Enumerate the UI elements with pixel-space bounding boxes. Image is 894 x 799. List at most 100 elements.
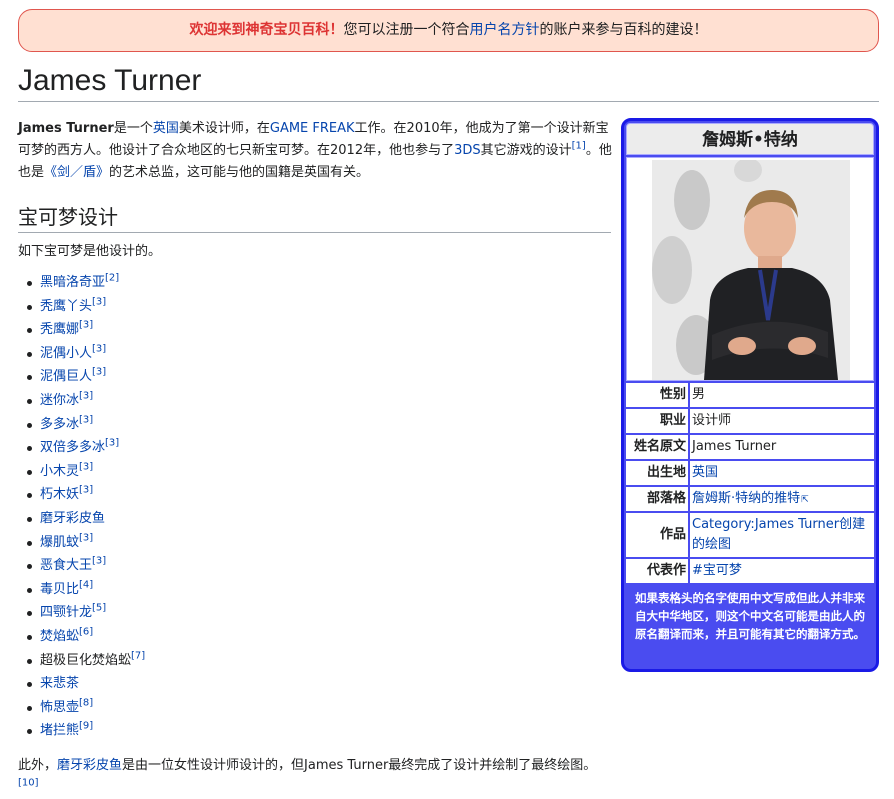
list-item: 磨牙彩皮鱼 bbox=[18, 507, 612, 531]
reference-link[interactable]: [5] bbox=[92, 603, 106, 614]
reference-link[interactable]: [3] bbox=[92, 556, 106, 567]
notice-welcome: 欢迎来到神奇宝贝百科！ bbox=[189, 22, 344, 38]
reference-link[interactable]: [3] bbox=[92, 296, 106, 307]
infobox-row-representative: 代表作 #宝可梦 bbox=[626, 559, 874, 583]
birthplace-link[interactable]: 英国 bbox=[692, 465, 718, 480]
reference-link[interactable]: [3] bbox=[79, 414, 93, 425]
username-policy-link[interactable]: 用户名方针 bbox=[470, 22, 540, 38]
reference-link[interactable]: [3] bbox=[79, 485, 93, 496]
list-item: 爆肌蚊[3] bbox=[18, 531, 612, 555]
pokemon-link[interactable]: 来悲茶 bbox=[40, 676, 79, 691]
uk-link[interactable]: 英国 bbox=[153, 121, 179, 136]
list-item: 恶食大王[3] bbox=[18, 554, 612, 578]
infobox-value: 设计师 bbox=[690, 409, 874, 433]
list-item: 黑暗洛奇亚[2] bbox=[18, 271, 612, 295]
reference-link[interactable]: [3] bbox=[79, 461, 93, 472]
pokemon-link[interactable]: 爆肌蚊 bbox=[40, 535, 79, 550]
infobox-photo-frame bbox=[626, 157, 874, 381]
infobox-table: 性别 男 职业 设计师 姓名原文 James Turner 出生地 英国 部落格… bbox=[626, 381, 874, 585]
list-item: 来悲茶 bbox=[18, 672, 612, 696]
pokemon-link[interactable]: 怖思壶 bbox=[40, 700, 79, 715]
pokemon-link[interactable]: 朽木妖 bbox=[40, 487, 79, 502]
intro-text: 的艺术总监，这可能与他的国籍是英国有关。 bbox=[109, 165, 370, 180]
list-item: 朽木妖[3] bbox=[18, 483, 612, 507]
reference-link[interactable]: [3] bbox=[105, 438, 119, 449]
pokemon-link[interactable]: 双倍多多冰 bbox=[40, 440, 105, 455]
reference-link[interactable]: [9] bbox=[79, 721, 93, 732]
pokemon-link[interactable]: 毒贝比 bbox=[40, 582, 79, 597]
reference-link[interactable]: [3] bbox=[79, 391, 93, 402]
infobox-key: 性别 bbox=[626, 383, 690, 407]
section-lead: 如下宝可梦是他设计的。 bbox=[18, 244, 162, 259]
reference-link[interactable]: [3] bbox=[79, 532, 93, 543]
3ds-link[interactable]: 3DS bbox=[454, 143, 481, 158]
reference-link[interactable]: [7] bbox=[131, 650, 145, 661]
pokemon-link[interactable]: 迷你冰 bbox=[40, 393, 79, 408]
pokemon-link[interactable]: 多多冰 bbox=[40, 417, 79, 432]
pokemon-link[interactable]: 小木灵 bbox=[40, 464, 79, 479]
pokemon-link[interactable]: 恶食大王 bbox=[40, 558, 92, 573]
intro-text: 是一个 bbox=[113, 121, 153, 136]
reference-link[interactable]: [4] bbox=[79, 579, 93, 590]
reference-link[interactable]: [3] bbox=[79, 320, 93, 331]
infobox-value: 男 bbox=[690, 383, 874, 407]
twitter-external-link[interactable]: 詹姆斯·特纳的推特 bbox=[692, 491, 809, 506]
pokemon-link[interactable]: 秃鹰娜 bbox=[40, 322, 79, 337]
list-item: 四颚针龙[5] bbox=[18, 601, 612, 625]
reference-link[interactable]: [3] bbox=[92, 343, 106, 354]
section-heading: 宝可梦设计 bbox=[18, 204, 611, 233]
pokemon-link[interactable]: 堵拦熊 bbox=[40, 723, 79, 738]
reference-link[interactable]: [3] bbox=[92, 367, 106, 378]
infobox-value-cell: Category:James Turner创建的绘图 bbox=[690, 513, 874, 557]
article-content: James Turner是一个英国美术设计师，在GAME FREAK工作。在20… bbox=[18, 118, 612, 799]
intro-text: 美术设计师，在 bbox=[178, 121, 270, 136]
list-item: 怖思壶[8] bbox=[18, 696, 612, 720]
intro-paragraph: James Turner是一个英国美术设计师，在GAME FREAK工作。在20… bbox=[18, 118, 612, 186]
footnote-text: 此外， bbox=[18, 757, 58, 773]
sword-shield-link[interactable]: 《剑／盾》 bbox=[44, 165, 109, 180]
reference-link[interactable]: [8] bbox=[79, 697, 93, 708]
intro-text: 其它游戏的设计 bbox=[480, 143, 572, 158]
portrait-illustration bbox=[652, 160, 850, 380]
representative-work-link[interactable]: #宝可梦 bbox=[692, 563, 742, 578]
infobox-key: 职业 bbox=[626, 409, 690, 433]
infobox-key: 部落格 bbox=[626, 487, 690, 511]
list-item: 迷你冰[3] bbox=[18, 389, 612, 413]
infobox-row-original-name: 姓名原文 James Turner bbox=[626, 435, 874, 459]
footnote-text: 是由一位女性设计师设计的，但James Turner最终完成了设计并绘制了最终绘… bbox=[122, 757, 597, 773]
infobox-value-cell: 詹姆斯·特纳的推特 bbox=[690, 487, 874, 511]
pokemon-link[interactable]: 秃鹰丫头 bbox=[40, 299, 92, 314]
pokemon-link[interactable]: 四颚针龙 bbox=[40, 605, 92, 620]
notice-text-before: 您可以注册一个符合 bbox=[343, 22, 470, 38]
pokemon-link[interactable]: 泥偶小人 bbox=[40, 346, 92, 361]
infobox-key: 出生地 bbox=[626, 461, 690, 485]
list-item: 多多冰[3] bbox=[18, 413, 612, 437]
reference-link[interactable]: [6] bbox=[79, 627, 93, 638]
bruxish-link[interactable]: 磨牙彩皮鱼 bbox=[57, 758, 122, 773]
list-item: 毒贝比[4] bbox=[18, 578, 612, 602]
reference-link[interactable]: [10] bbox=[18, 778, 39, 789]
list-item: 秃鹰丫头[3] bbox=[18, 295, 612, 319]
infobox-value-cell: #宝可梦 bbox=[690, 559, 874, 583]
works-category-link[interactable]: Category:James Turner创建的绘图 bbox=[692, 517, 865, 552]
reference-link[interactable]: [2] bbox=[105, 273, 119, 284]
list-item: 小木灵[3] bbox=[18, 460, 612, 484]
reference-link[interactable]: [1] bbox=[572, 141, 586, 152]
list-item: 堵拦熊[9] bbox=[18, 719, 612, 743]
pokemon-link[interactable]: 超极巨化焚焰蚣 bbox=[40, 653, 131, 668]
list-item: 泥偶小人[3] bbox=[18, 342, 612, 366]
game-freak-link[interactable]: GAME FREAK bbox=[270, 121, 355, 136]
list-item: 超极巨化焚焰蚣[7] bbox=[18, 649, 612, 673]
list-item: 焚焰蚣[6] bbox=[18, 625, 612, 649]
pokemon-link[interactable]: 泥偶巨人 bbox=[40, 369, 92, 384]
list-item: 泥偶巨人[3] bbox=[18, 365, 612, 389]
portrait-photo[interactable] bbox=[652, 160, 850, 380]
pokemon-link[interactable]: 磨牙彩皮鱼 bbox=[40, 511, 105, 526]
pokemon-link[interactable]: 焚焰蚣 bbox=[40, 629, 79, 644]
infobox-value-cell: 英国 bbox=[690, 461, 874, 485]
infobox-row-works: 作品 Category:James Turner创建的绘图 bbox=[626, 513, 874, 557]
infobox-value: James Turner bbox=[690, 435, 874, 459]
pokemon-link[interactable]: 黑暗洛奇亚 bbox=[40, 275, 105, 290]
page-title: James Turner bbox=[18, 60, 879, 102]
list-item: 双倍多多冰[3] bbox=[18, 436, 612, 460]
